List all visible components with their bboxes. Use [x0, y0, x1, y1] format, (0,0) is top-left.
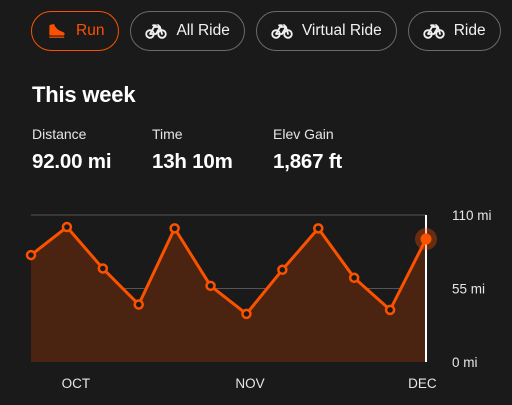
area-fill: [31, 227, 426, 362]
x-tick-label: DEC: [408, 376, 437, 391]
x-tick-label: NOV: [235, 376, 264, 391]
y-tick-label: 110 mi: [452, 208, 492, 223]
data-point: [133, 299, 144, 310]
data-point: [277, 264, 288, 276]
data-point: [25, 249, 37, 261]
data-point: [313, 223, 324, 234]
weekly-distance-chart[interactable]: 110 mi 55 mi 0 mi OCT NOV DEC: [0, 0, 512, 405]
data-point: [205, 280, 216, 292]
data-point: [97, 263, 109, 274]
data-point: [241, 308, 252, 320]
x-tick-label: OCT: [62, 376, 91, 391]
y-tick-label: 0 mi: [452, 355, 478, 370]
data-point: [384, 304, 396, 316]
data-point: [348, 272, 360, 284]
data-point: [169, 223, 180, 234]
data-point: [61, 221, 73, 233]
highlight-point: [420, 233, 432, 245]
y-tick-label: 55 mi: [452, 282, 485, 297]
